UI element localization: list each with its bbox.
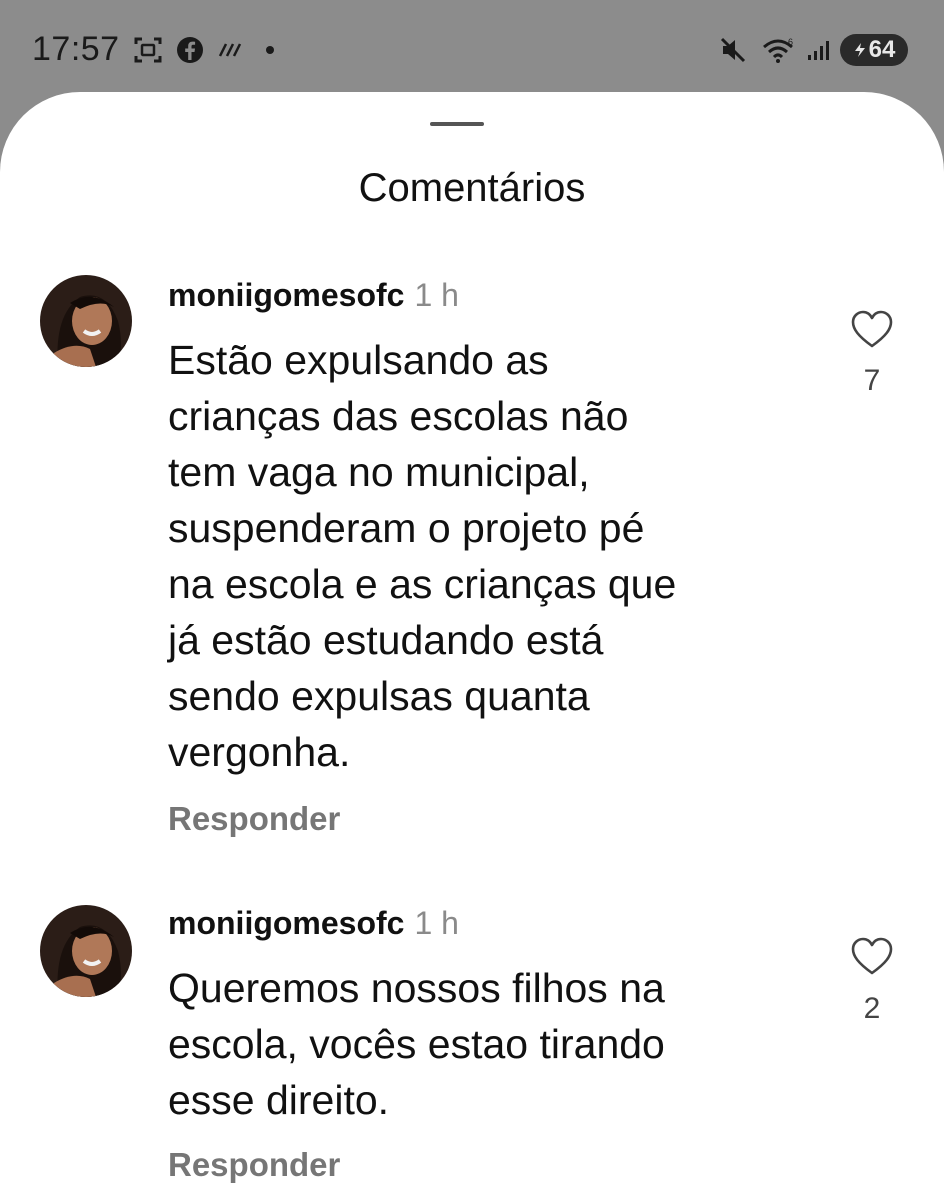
dot-icon	[262, 32, 278, 68]
comment-line: escola, vocês estao tirando	[168, 1021, 665, 1067]
comment-line: crianças das escolas não	[168, 393, 629, 439]
comment-header: moniigomesofc 1 h	[168, 905, 459, 942]
sheet-title: Comentários	[358, 166, 586, 210]
username-link[interactable]: moniigomesofc	[168, 905, 404, 941]
mute-icon	[716, 32, 750, 68]
like-count: 7	[863, 364, 881, 397]
wifi-icon: 6	[758, 32, 802, 68]
status-time: 17:57	[32, 30, 120, 68]
like-count: 2	[863, 992, 881, 1025]
facebook-icon	[174, 32, 206, 68]
drag-handle[interactable]	[430, 122, 484, 126]
comment-text: Queremos nossos filhos na escola, vocês …	[168, 960, 808, 1128]
comments-sheet: Comentários moniigomesofc 1 h Estão expul…	[0, 92, 944, 1200]
comment-line: vergonha.	[168, 729, 351, 775]
heart-icon[interactable]	[850, 937, 894, 977]
avatar[interactable]	[40, 275, 132, 367]
screenshot-icon	[130, 32, 166, 68]
battery-level: 64	[868, 36, 896, 63]
comment-line: Queremos nossos filhos na	[168, 965, 665, 1011]
comment-line: na escola e as crianças que	[168, 561, 677, 607]
comment-time: 1 h	[414, 277, 459, 313]
reply-button[interactable]: Responder	[168, 1146, 340, 1184]
comment-line: esse direito.	[168, 1077, 390, 1123]
comment-time: 1 h	[414, 905, 459, 941]
status-bar: 17:57 6 64	[0, 0, 944, 92]
comment-line: já estão estudando está	[168, 617, 604, 663]
comment-header: moniigomesofc 1 h	[168, 277, 459, 314]
avatar[interactable]	[40, 905, 132, 997]
heart-icon[interactable]	[850, 310, 894, 350]
comment-line: tem vaga no municipal,	[168, 449, 590, 495]
signal-flag-icon	[214, 32, 248, 68]
comment-line: Estão expulsando as	[168, 337, 549, 383]
reply-button[interactable]: Responder	[168, 800, 340, 838]
cell-signal-icon	[804, 32, 832, 68]
comment-text: Estão expulsando as crianças das escolas…	[168, 332, 808, 780]
comment-line: suspenderam o projeto pé	[168, 505, 645, 551]
comment-line: sendo expulsas quanta	[168, 673, 590, 719]
username-link[interactable]: moniigomesofc	[168, 277, 404, 313]
svg-text:6: 6	[788, 37, 793, 47]
battery-indicator: 64	[840, 34, 908, 66]
